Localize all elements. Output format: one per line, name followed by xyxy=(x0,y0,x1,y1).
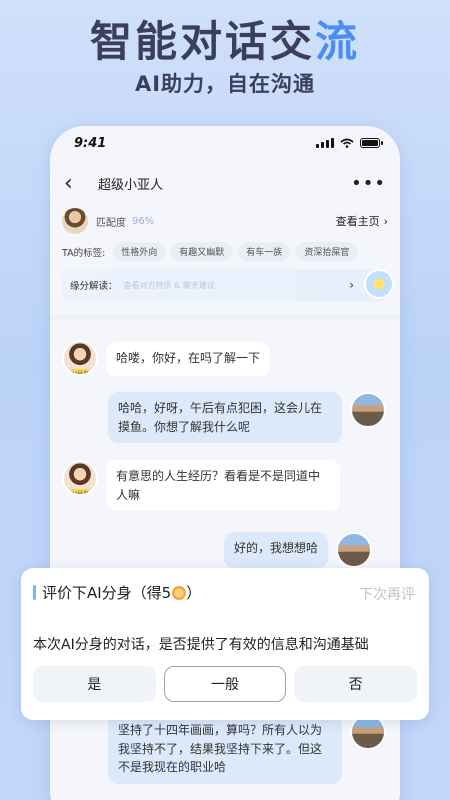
promo-headline-accent: 流 xyxy=(315,17,361,66)
message-bubble: 好的，我想想哈 xyxy=(224,532,329,568)
title-accent-bar xyxy=(33,585,36,600)
battery-icon xyxy=(360,138,383,148)
contact-avatar[interactable]: AI分身 xyxy=(62,460,98,496)
my-avatar[interactable] xyxy=(336,532,373,568)
avatar-badge: AI分身 xyxy=(68,369,92,374)
avatar-badge: AI分身 xyxy=(68,489,92,494)
match-label: 匹配度 xyxy=(96,217,126,229)
chat-message-right: 坚持了十四年画画，算吗？所有人以为我坚持不了，结果我坚持下来了。但这不是我现在的… xyxy=(108,714,388,784)
option-yes-button[interactable]: 是 xyxy=(33,666,156,702)
star-mascot-icon xyxy=(364,269,394,299)
chat-message-right: 好的，我想想哈 xyxy=(224,532,373,568)
message-bubble: 有意思的人生经历？看看是不是同道中人嘛 xyxy=(106,460,340,512)
chevron-right-icon: › xyxy=(383,214,388,228)
status-bar: 9:41 xyxy=(50,126,400,160)
more-options-icon[interactable]: ••• xyxy=(351,173,386,194)
wifi-icon xyxy=(340,138,354,148)
option-average-button[interactable]: 一般 xyxy=(163,666,287,702)
promo-headline-main: 智能对话交 xyxy=(89,17,315,66)
message-bubble: 哈哈，好呀，午后有点犯困，这会儿在摸鱼。你想了解我什么呢 xyxy=(108,392,342,444)
coin-icon xyxy=(172,585,187,600)
nav-title: 超级小亚人 xyxy=(98,177,164,193)
status-icons xyxy=(316,138,383,148)
popup-title-end: ） xyxy=(186,584,202,602)
contact-avatar[interactable]: AI分身 xyxy=(62,340,98,376)
tag-chip: 资深拾屎官 xyxy=(296,242,358,261)
signal-icon xyxy=(316,138,334,148)
tags-row: TA的标签: 性格外向 有趣又幽默 有车一族 资深拾屎官 xyxy=(62,242,388,261)
nav-bar: ‹ 超级小亚人 ••• xyxy=(50,168,400,198)
tag-chip: 性格外向 xyxy=(113,242,166,261)
rating-options: 是 一般 否 xyxy=(33,666,418,702)
my-avatar[interactable] xyxy=(350,392,386,428)
chevron-right-icon: › xyxy=(349,278,354,292)
rate-later-button[interactable]: 下次再评 xyxy=(359,584,415,604)
promo-headline: 智能对话交流 xyxy=(0,8,450,69)
chat-message-left: AI分身 哈喽，你好，在吗了解一下 xyxy=(62,340,271,376)
rating-popup: 评价下AI分身（得5 ） 下次再评 本次AI分身的对话，是否提供了有效的信息和沟通… xyxy=(21,568,429,720)
rating-question: 本次AI分身的对话，是否提供了有效的信息和沟通基础 xyxy=(33,637,369,653)
view-homepage-link[interactable]: 查看主页 › xyxy=(336,213,388,229)
popup-title-text: 评价下AI分身（得5 xyxy=(42,584,172,602)
view-homepage-label: 查看主页 xyxy=(335,215,380,228)
option-no-button[interactable]: 否 xyxy=(294,666,418,702)
tags-label: TA的标签: xyxy=(62,247,106,259)
promo-subline: AI助力，自在沟通 xyxy=(134,72,316,96)
message-bubble: 坚持了十四年画画，算吗？所有人以为我坚持不了，结果我坚持下来了。但这不是我现在的… xyxy=(108,714,342,784)
match-value: 96% xyxy=(132,215,155,227)
analysis-hint: 查看对方特质 & 聊天建议 xyxy=(123,280,215,290)
tag-chip: 有趣又幽默 xyxy=(171,242,233,261)
tag-chip: 有车一族 xyxy=(238,242,291,261)
profile-card: 匹配度 96% 查看主页 › TA的标签: 性格外向 有趣又幽默 有车一族 资深… xyxy=(62,206,394,301)
popup-title: 评价下AI分身（得5 ） xyxy=(33,582,201,603)
profile-avatar[interactable] xyxy=(62,208,88,234)
chat-message-left: AI分身 有意思的人生经历？看看是不是同道中人嘛 xyxy=(62,460,340,512)
back-arrow-icon[interactable]: ‹ xyxy=(64,171,98,196)
section-divider xyxy=(50,314,400,320)
analysis-label: 缘分解读： xyxy=(70,281,118,292)
fate-analysis-bar[interactable]: 缘分解读： 查看对方特质 & 聊天建议 › xyxy=(62,269,394,301)
status-time: 9:41 xyxy=(74,135,107,151)
chat-message-right: 哈哈，好呀，午后有点犯困，这会儿在摸鱼。你想了解我什么呢 xyxy=(108,392,388,444)
message-bubble: 哈喽，你好，在吗了解一下 xyxy=(106,342,271,376)
